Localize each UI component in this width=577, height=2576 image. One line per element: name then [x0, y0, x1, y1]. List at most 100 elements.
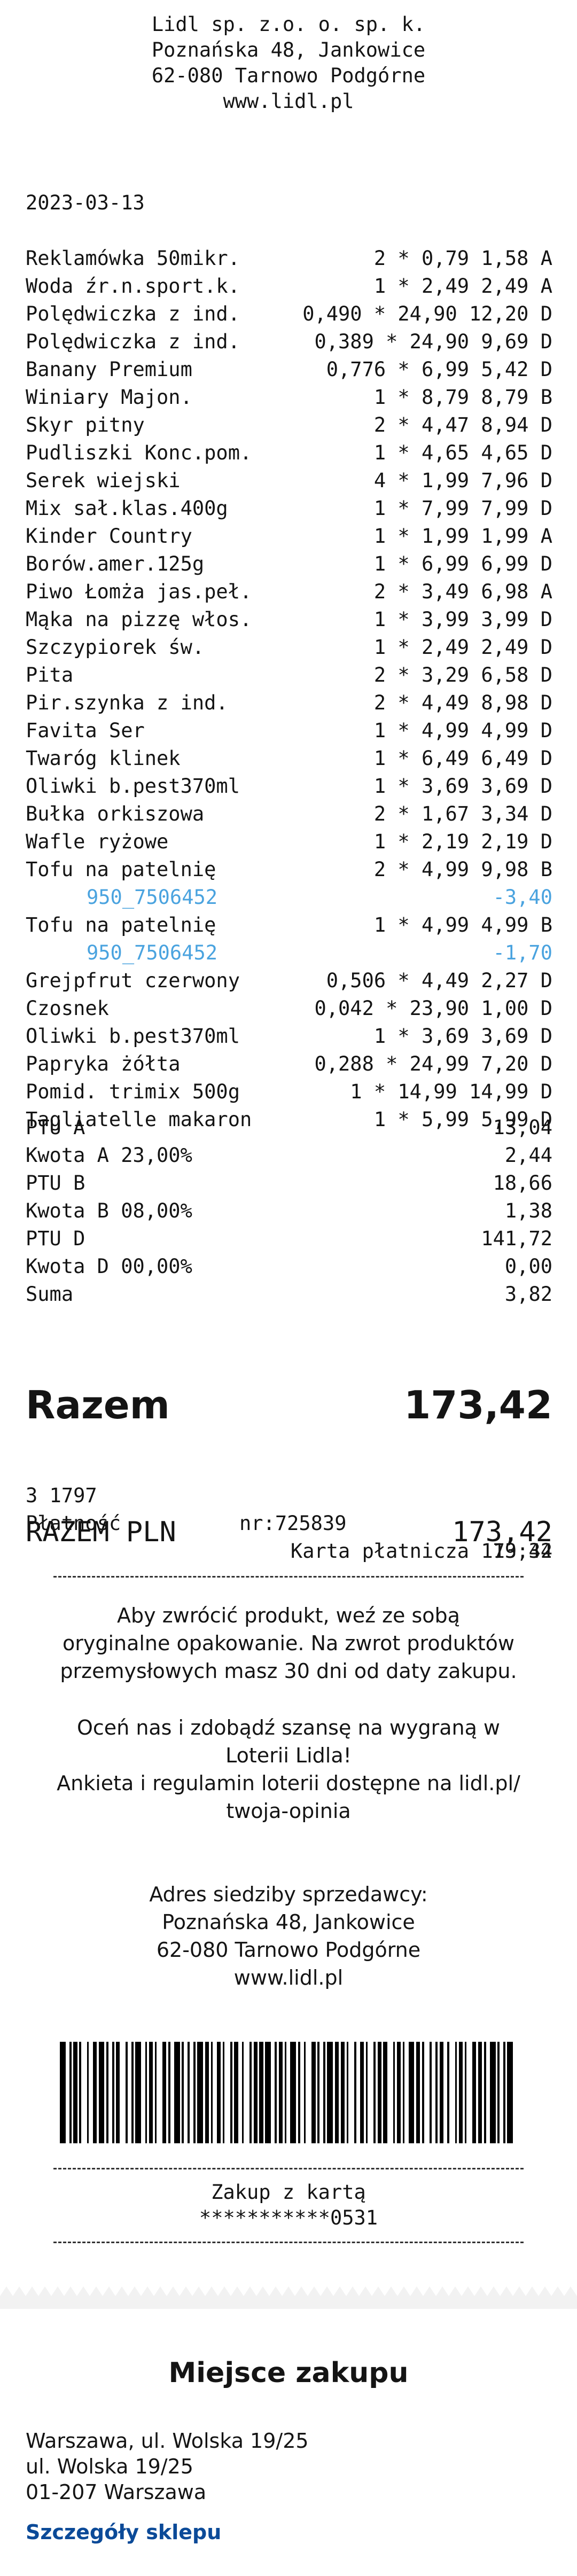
item-row: Oliwki b.pest370ml 1 * 3,69 3,69 D	[26, 1022, 552, 1050]
barcode-gap	[356, 2042, 360, 2143]
tax-summary: PTU A 13,04 Kwota A 23,00% 2,44 PTU B 18,66 Kw…	[26, 1114, 552, 1308]
store-details-link[interactable]: Szczegóły sklepu	[26, 2520, 221, 2544]
item-row: Pudliszki Konc.pom. 1 * 4,65 4,65 D	[26, 439, 552, 467]
tax-label: PTU B	[26, 1172, 85, 1195]
barcode-bar	[205, 2042, 209, 2143]
item-name: Mąka na pizzę włos.	[26, 608, 252, 631]
discount-amount: -3,40	[493, 886, 552, 909]
item-calc: 1 * 4,99 4,99 D	[373, 719, 552, 742]
barcode-gap	[66, 2042, 69, 2143]
tax-row: Kwota B 08,00% 1,38	[26, 1197, 552, 1225]
item-name: Pir.szynka z ind.	[26, 691, 228, 714]
item-row: Bułka orkiszowa 2 * 1,67 3,34 D	[26, 800, 552, 828]
barcode-gap	[213, 2042, 216, 2143]
payment-block: 3 1797 nr:725839 19:34 Płatność Karta pł…	[26, 1454, 552, 1563]
barcode-bar	[290, 2042, 297, 2143]
tax-value: 3,82	[504, 1283, 552, 1306]
barcode-bar	[60, 2042, 66, 2143]
item-row: Reklamówka 50mikr. 2 * 0,79 1,58 A	[26, 245, 552, 272]
item-row: Polędwiczka z ind. 0,490 * 24,90 12,20 D	[26, 300, 552, 328]
item-name: Borów.amer.125g	[26, 552, 205, 575]
tax-label: PTU A	[26, 1116, 85, 1139]
barcode-gap	[89, 2042, 92, 2143]
barcode-bar	[73, 2042, 77, 2143]
barcode-bar	[259, 2042, 263, 2143]
barcode-bar	[92, 2042, 97, 2143]
item-row: Banany Premium 0,776 * 6,99 5,42 D	[26, 356, 552, 384]
card-label: Zakup z kartą	[211, 2181, 366, 2204]
item-name: Serek wiejski	[26, 469, 181, 492]
item-calc: 2 * 4,47 8,94 D	[373, 413, 552, 436]
item-row: Woda źr.n.sport.k. 1 * 2,49 2,49 A	[26, 272, 552, 300]
address-line: Warszawa, ul. Wolska 19/25	[26, 2429, 309, 2453]
item-row: Twaróg klinek 1 * 6,49 6,49 D	[26, 745, 552, 772]
payment-method-row: Płatność Karta płatnicza 173,42	[26, 1482, 552, 1563]
barcode-gap	[449, 2042, 455, 2143]
item-calc: 4 * 1,99 7,96 D	[373, 469, 552, 492]
barcode-bar	[116, 2042, 120, 2143]
item-name: Pudliszki Konc.pom.	[26, 441, 252, 464]
item-name: Czosnek	[26, 997, 109, 1020]
item-calc: 1 * 2,49 2,49 A	[373, 275, 552, 298]
address-line: 01-207 Warszawa	[26, 2480, 207, 2504]
tax-label: Kwota D 00,00%	[26, 1255, 192, 1278]
store-address: Warszawa, ul. Wolska 19/25 ul. Wolska 19…	[26, 2428, 309, 2505]
tax-row: PTU D 141,72	[26, 1225, 552, 1253]
item-name: Favita Ser	[26, 719, 145, 742]
card-info: Zakup z kartą ***********0531	[0, 2180, 577, 2231]
survey-info: Oceń nas i zdobądź szansę na wygraną w L…	[0, 1714, 577, 1825]
barcode-bar	[98, 2042, 105, 2143]
divider	[53, 1576, 524, 1578]
barcode-gap	[404, 2042, 408, 2143]
barcode-bar	[396, 2042, 401, 2143]
item-row: Pir.szynka z ind. 2 * 4,49 8,98 D	[26, 689, 552, 717]
tax-label: Kwota A 23,00%	[26, 1144, 192, 1167]
item-row: Polędwiczka z ind. 0,389 * 24,90 9,69 D	[26, 328, 552, 356]
item-name: Bułka orkiszowa	[26, 802, 205, 825]
item-calc: 2 * 4,99 9,98 B	[373, 858, 552, 881]
barcode-bar	[489, 2042, 496, 2143]
barcode-gap	[238, 2042, 242, 2143]
item-row: Grejpfrut czerwony 0,506 * 4,49 2,27 D	[26, 967, 552, 995]
item-name: Reklamówka 50mikr.	[26, 247, 240, 270]
seller-address: Adres siedziby sprzedawcy: Poznańska 48,…	[0, 1880, 577, 1992]
barcode-bar	[327, 2042, 333, 2143]
item-calc: 2 * 1,67 3,34 D	[373, 802, 552, 825]
discount-amount: -1,70	[493, 941, 552, 964]
barcode-bar	[149, 2042, 153, 2143]
item-calc: 1 * 2,19 2,19 D	[373, 830, 552, 853]
items-list: Reklamówka 50mikr. 2 * 0,79 1,58 A Woda źr…	[26, 245, 552, 1134]
survey-line: Oceń nas i zdobądź szansę na wygraną w	[76, 1716, 501, 1739]
receipt-tear-edge	[0, 2286, 577, 2296]
transaction-row: 3 1797 nr:725839 19:34	[26, 1454, 552, 1563]
barcode-gap	[443, 2042, 447, 2143]
discount-row: 950_7506452 -3,40	[26, 884, 552, 911]
item-row: Mąka na pizzę włos. 1 * 3,99 3,99 D	[26, 606, 552, 634]
item-calc: 1 * 6,49 6,49 D	[373, 747, 552, 770]
item-name: Oliwki b.pest370ml	[26, 1025, 240, 1048]
return-info: Aby zwrócić produkt, weź ze sobą orygina…	[0, 1602, 577, 1685]
barcode-bar	[162, 2042, 167, 2143]
total-label: Razem	[26, 1383, 170, 1427]
item-row: Pita 2 * 3,29 6,58 D	[26, 661, 552, 689]
item-calc: 0,776 * 6,99 5,42 D	[326, 358, 552, 381]
barcode-gap	[244, 2042, 249, 2143]
total-row: Razem 173,42	[26, 1384, 552, 1426]
barcode-bar	[360, 2042, 364, 2143]
item-name: Oliwki b.pest370ml	[26, 775, 240, 798]
tax-label: Suma	[26, 1283, 74, 1306]
survey-line: Loterii Lidla!	[225, 1744, 352, 1767]
header-city: 62-080 Tarnowo Podgórne	[151, 64, 426, 87]
item-row: Winiary Majon. 1 * 8,79 8,79 B	[26, 384, 552, 411]
survey-line: Ankieta i regulamin loterii dostępne na …	[57, 1771, 520, 1795]
item-calc: 2 * 3,49 6,98 A	[373, 580, 552, 603]
item-name: Mix sał.klas.400g	[26, 497, 228, 520]
barcode-bar	[234, 2042, 238, 2143]
razem-pln-label: RAZEM PLN	[26, 1516, 176, 1548]
barcode-gap	[128, 2042, 131, 2143]
tax-row: Kwota A 23,00% 2,44	[26, 1142, 552, 1169]
barcode-gap	[368, 2042, 373, 2143]
barcode-bar	[278, 2042, 283, 2143]
item-row: Pomid. trimix 500g 1 * 14,99 14,99 D	[26, 1078, 552, 1106]
barcode-bar	[334, 2042, 339, 2143]
